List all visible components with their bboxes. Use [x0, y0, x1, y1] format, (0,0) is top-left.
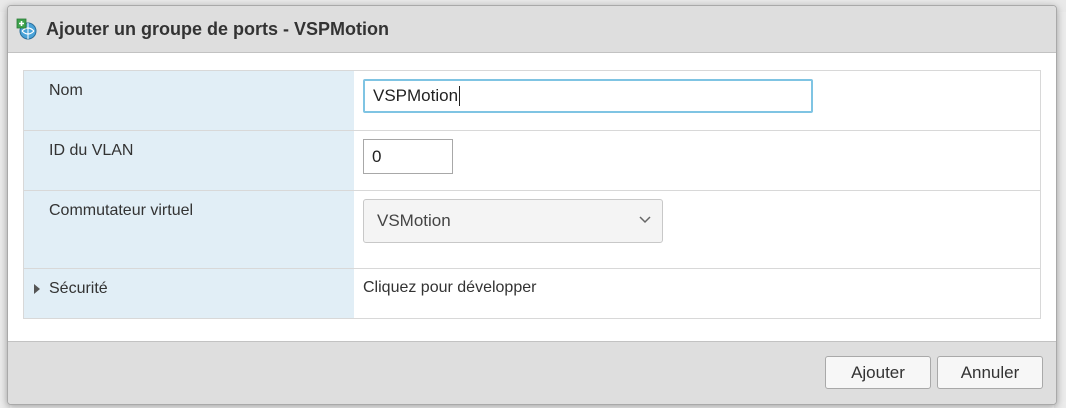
add-portgroup-dialog: Ajouter un groupe de ports - VSPMotion N… — [7, 5, 1057, 405]
vlan-value-cell: 0 — [354, 131, 1040, 190]
security-label: Sécurité — [49, 280, 108, 297]
dialog-footer: Ajouter Annuler — [8, 341, 1056, 404]
dialog-titlebar: Ajouter un groupe de ports - VSPMotion — [8, 6, 1056, 53]
row-security[interactable]: Sécurité Cliquez pour développer — [24, 269, 1040, 318]
vlan-id-text: 0 — [372, 146, 382, 166]
form-table: Nom VSPMotion ID du VLAN 0 Commutateur v… — [23, 70, 1041, 319]
row-vlan: ID du VLAN 0 — [24, 131, 1040, 191]
vswitch-value-cell: VSMotion — [354, 191, 1040, 268]
dialog-title: Ajouter un groupe de ports - VSPMotion — [46, 18, 389, 39]
add-button[interactable]: Ajouter — [825, 356, 931, 389]
vlan-id-input[interactable]: 0 — [363, 139, 453, 174]
chevron-down-icon — [638, 211, 652, 231]
form-content: Nom VSPMotion ID du VLAN 0 Commutateur v… — [23, 70, 1041, 319]
cancel-button[interactable]: Annuler — [937, 356, 1043, 389]
security-hint[interactable]: Cliquez pour développer — [354, 269, 1040, 318]
text-caret — [459, 86, 461, 106]
vswitch-selected: VSMotion — [377, 211, 451, 230]
name-input-text: VSPMotion — [373, 86, 459, 105]
row-name: Nom VSPMotion — [24, 71, 1040, 131]
security-label-cell[interactable]: Sécurité — [24, 269, 354, 318]
vswitch-label: Commutateur virtuel — [24, 191, 354, 268]
vswitch-select[interactable]: VSMotion — [363, 199, 663, 243]
network-portgroup-add-icon — [16, 18, 38, 40]
name-input[interactable]: VSPMotion — [363, 79, 813, 113]
expand-triangle-icon[interactable] — [34, 284, 40, 294]
vlan-label: ID du VLAN — [24, 131, 354, 190]
name-value-cell: VSPMotion — [354, 71, 1040, 130]
row-vswitch: Commutateur virtuel VSMotion — [24, 191, 1040, 269]
name-label: Nom — [24, 71, 354, 130]
